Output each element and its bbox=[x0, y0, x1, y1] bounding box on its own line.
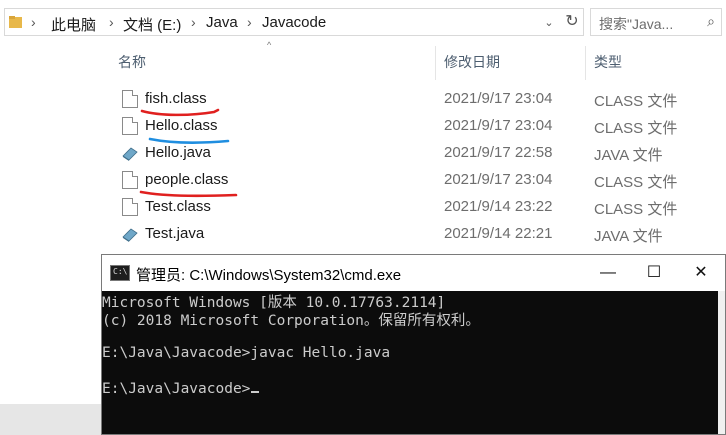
java-file-icon bbox=[122, 228, 138, 242]
console-prompt: E:\Java\Javacode> bbox=[102, 381, 251, 397]
cmd-scrollbar[interactable] bbox=[718, 291, 725, 434]
search-icon: ⌕ bbox=[707, 13, 715, 29]
chevron-right-icon[interactable]: › bbox=[191, 14, 196, 30]
file-row[interactable]: Test.java 2021/9/14 22:21 JAVA 文件 bbox=[110, 221, 726, 248]
cmd-console[interactable]: Microsoft Windows [版本 10.0.17763.2114] (… bbox=[102, 291, 725, 434]
refresh-icon[interactable]: ↻ bbox=[562, 12, 582, 32]
file-type: CLASS 文件 bbox=[594, 201, 678, 218]
file-name: people.class bbox=[145, 171, 229, 188]
file-name: Hello.java bbox=[145, 144, 211, 161]
text-cursor bbox=[251, 391, 260, 393]
column-divider[interactable] bbox=[585, 46, 586, 80]
java-file-icon bbox=[122, 147, 138, 161]
file-row[interactable]: Hello.class 2021/9/17 23:04 CLASS 文件 bbox=[110, 113, 726, 140]
chevron-right-icon[interactable]: › bbox=[109, 14, 114, 30]
file-date: 2021/9/17 22:58 bbox=[444, 144, 553, 161]
column-header-name[interactable]: 名称 bbox=[118, 52, 146, 76]
maximize-button[interactable]: ☐ bbox=[631, 255, 677, 291]
nav-item-selected[interactable] bbox=[0, 404, 104, 435]
file-date: 2021/9/14 23:22 bbox=[444, 198, 553, 215]
cmd-window[interactable]: C:\ 管理员: C:\Windows\System32\cmd.exe — ☐… bbox=[101, 254, 726, 435]
file-name: Hello.class bbox=[145, 117, 218, 134]
file-date: 2021/9/17 23:04 bbox=[444, 90, 553, 107]
chevron-right-icon[interactable]: › bbox=[247, 14, 252, 30]
class-file-icon bbox=[122, 198, 138, 216]
breadcrumb-javacode[interactable]: Javacode bbox=[262, 14, 326, 31]
close-button[interactable]: ✕ bbox=[678, 255, 724, 291]
file-date: 2021/9/17 23:04 bbox=[444, 171, 553, 188]
minimize-button[interactable]: — bbox=[585, 255, 631, 291]
column-divider[interactable] bbox=[435, 46, 436, 80]
chevron-right-icon[interactable]: › bbox=[31, 14, 36, 30]
terminal-icon[interactable]: C:\ bbox=[110, 265, 130, 281]
file-row[interactable]: people.class 2021/9/17 23:04 CLASS 文件 bbox=[110, 167, 726, 194]
chevron-down-icon[interactable]: ⌄ bbox=[541, 15, 557, 31]
file-name: Test.class bbox=[145, 198, 211, 215]
class-file-icon bbox=[122, 90, 138, 108]
column-header-type[interactable]: 类型 bbox=[594, 52, 622, 76]
file-type: JAVA 文件 bbox=[594, 228, 663, 245]
breadcrumb-this-pc[interactable]: 此电脑 bbox=[51, 14, 96, 35]
file-name: Test.java bbox=[145, 225, 205, 242]
console-line: (c) 2018 Microsoft Corporation。保留所有权利。 bbox=[102, 313, 480, 329]
console-line: E:\Java\Javacode>javac Hello.java bbox=[102, 345, 391, 361]
file-type: CLASS 文件 bbox=[594, 93, 678, 110]
file-row[interactable]: Test.class 2021/9/14 23:22 CLASS 文件 bbox=[110, 194, 726, 221]
search-input[interactable]: 搜索"Java... ⌕ bbox=[590, 8, 722, 36]
file-row[interactable]: Hello.java 2021/9/17 22:58 JAVA 文件 bbox=[110, 140, 726, 167]
cmd-title-bar[interactable]: C:\ 管理员: C:\Windows\System32\cmd.exe — ☐… bbox=[102, 255, 725, 291]
file-date: 2021/9/14 22:21 bbox=[444, 225, 553, 242]
file-row[interactable]: fish.class 2021/9/17 23:04 CLASS 文件 bbox=[110, 86, 726, 113]
class-file-icon bbox=[122, 117, 138, 135]
address-bar-area: › 此电脑 › 文档 (E:) › Java › Javacode ⌄ ↻ 搜索… bbox=[0, 0, 726, 42]
file-date: 2021/9/17 23:04 bbox=[444, 117, 553, 134]
file-type: JAVA 文件 bbox=[594, 147, 663, 164]
address-bar[interactable]: › 此电脑 › 文档 (E:) › Java › Javacode ⌄ ↻ bbox=[4, 8, 584, 36]
navigation-pane[interactable] bbox=[0, 42, 104, 435]
sort-ascending-icon: ^ bbox=[267, 40, 272, 50]
class-file-icon bbox=[122, 171, 138, 189]
cmd-window-title: 管理员: C:\Windows\System32\cmd.exe bbox=[136, 267, 402, 284]
file-type: CLASS 文件 bbox=[594, 174, 678, 191]
column-header-date[interactable]: 修改日期 bbox=[444, 52, 500, 76]
breadcrumb-java[interactable]: Java bbox=[206, 14, 238, 31]
console-prompt-line[interactable]: E:\Java\Javacode> bbox=[102, 381, 260, 397]
breadcrumb-drive[interactable]: 文档 (E:) bbox=[123, 14, 181, 35]
folder-icon bbox=[9, 16, 22, 28]
file-type: CLASS 文件 bbox=[594, 120, 678, 137]
search-placeholder: 搜索"Java... bbox=[599, 16, 674, 32]
file-name: fish.class bbox=[145, 90, 207, 107]
terminal-icon-label: C:\ bbox=[113, 267, 128, 276]
